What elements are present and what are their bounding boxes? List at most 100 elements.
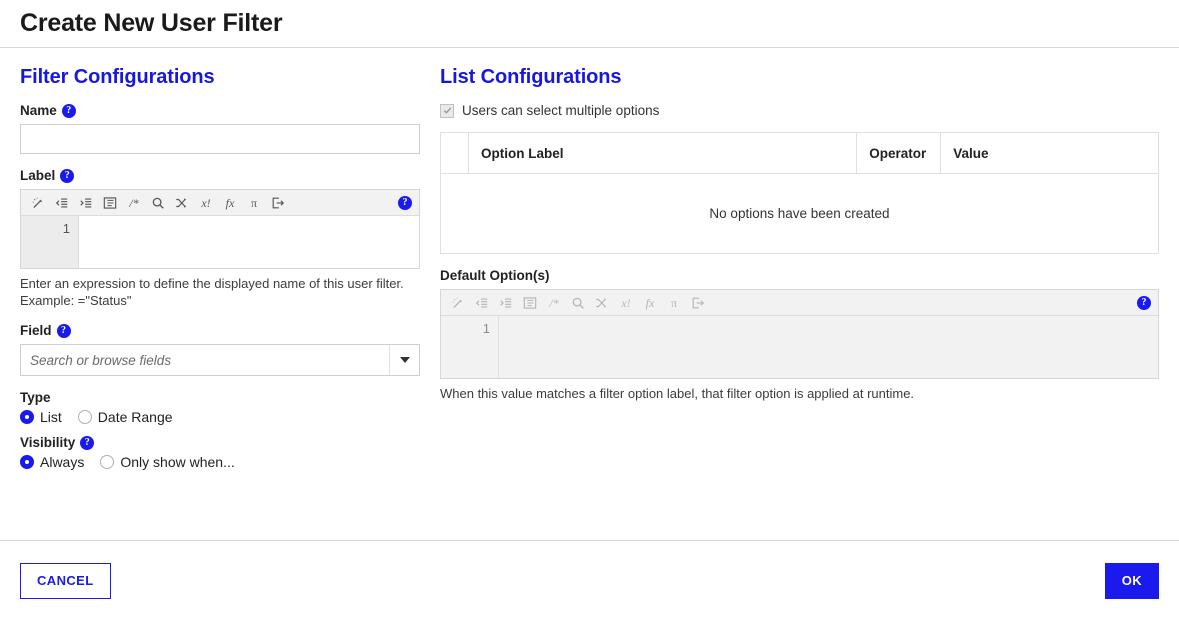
options-table-body: No options have been created	[441, 174, 1159, 254]
checkbox-icon-checked-disabled	[440, 103, 454, 118]
field-search-input[interactable]	[21, 345, 389, 376]
column-header-option-label[interactable]: Option Label	[468, 132, 858, 174]
function-glyph: fx	[225, 195, 235, 210]
comment-glyph: /*	[129, 195, 139, 210]
type-option-date-range-label: Date Range	[97, 409, 173, 426]
options-table-header-row: Option Label Operator Value	[440, 132, 1159, 174]
line-number-gutter: 1	[21, 216, 79, 268]
filter-configurations-panel: Filter Configurations Name ? Label ? /* …	[20, 66, 420, 540]
pi-icon[interactable]: π	[243, 192, 265, 214]
variable-icon[interactable]: x!	[615, 292, 637, 314]
default-options-expression-editor: /* x! fx π ? 1	[440, 289, 1159, 379]
help-circle-icon[interactable]: ?	[80, 435, 95, 450]
list-configurations-panel: List Configurations Users can select mul…	[420, 66, 1159, 540]
dialog-header: Create New User Filter	[0, 0, 1179, 48]
field-dropdown-toggle[interactable]	[389, 345, 419, 376]
column-header-handle	[440, 132, 469, 174]
align-text-icon[interactable]	[99, 192, 121, 214]
outdent-icon[interactable]	[51, 192, 73, 214]
export-icon[interactable]	[687, 292, 709, 314]
visibility-option-conditional-label: Only show when...	[120, 454, 235, 471]
type-radio-group: List Date Range	[20, 409, 420, 425]
default-options-label-text: Default Option(s)	[440, 268, 550, 283]
search-icon[interactable]	[147, 192, 169, 214]
options-table: Option Label Operator Value No options h…	[440, 132, 1159, 254]
variable-icon[interactable]: x!	[195, 192, 217, 214]
align-text-icon[interactable]	[519, 292, 541, 314]
help-circle-icon[interactable]: ?	[60, 168, 75, 183]
cancel-button[interactable]: CANCEL	[20, 562, 111, 599]
radio-icon-selected[interactable]	[20, 410, 34, 425]
filter-configurations-heading: Filter Configurations	[20, 66, 215, 88]
type-option-date-range[interactable]: Date Range	[77, 409, 173, 426]
field-select[interactable]	[20, 344, 420, 377]
function-glyph: fx	[645, 295, 655, 310]
label-label-text: Label	[20, 168, 56, 183]
label-expression-editor: /* x! fx π ? 1	[20, 189, 420, 269]
type-option-list[interactable]: List	[20, 409, 62, 425]
type-option-list-label: List	[40, 409, 62, 426]
dialog-footer: CANCEL OK	[0, 540, 1179, 620]
default-options-hint: When this value matches a filter option …	[440, 386, 915, 401]
search-icon[interactable]	[567, 292, 589, 314]
editor-area: 1	[21, 216, 419, 268]
visibility-option-conditional[interactable]: Only show when...	[100, 454, 235, 471]
label-label: Label ?	[20, 168, 420, 183]
function-icon[interactable]: fx	[219, 192, 241, 214]
chevron-down-icon	[399, 357, 410, 364]
help-circle-icon[interactable]: ?	[56, 323, 71, 338]
default-options-label: Default Option(s)	[440, 268, 1159, 283]
options-table-empty-message: No options have been created	[709, 206, 890, 221]
indent-icon[interactable]	[75, 192, 97, 214]
field-label-text: Field	[20, 323, 52, 339]
comment-glyph: /*	[549, 295, 559, 310]
name-input[interactable]	[20, 124, 420, 154]
default-options-code-input[interactable]	[499, 316, 1158, 378]
column-header-operator[interactable]: Operator	[856, 132, 942, 174]
magic-wand-icon[interactable]	[447, 292, 469, 314]
label-hint: Enter an expression to define the displa…	[20, 276, 404, 308]
radio-icon-unselected[interactable]	[77, 410, 92, 425]
help-circle-icon[interactable]: ?	[61, 103, 76, 118]
visibility-option-always[interactable]: Always	[20, 454, 84, 470]
type-label-text: Type	[20, 390, 51, 406]
radio-icon-selected[interactable]	[20, 455, 34, 470]
comment-icon[interactable]: /*	[543, 292, 565, 314]
pi-icon[interactable]: π	[663, 292, 685, 314]
name-label-text: Name	[20, 103, 57, 118]
comment-icon[interactable]: /*	[123, 192, 145, 214]
label-code-input[interactable]	[79, 216, 419, 268]
variable-glyph: x!	[201, 195, 211, 210]
visibility-radio-group: Always Only show when...	[20, 454, 420, 470]
page-title: Create New User Filter	[20, 9, 283, 37]
variable-glyph: x!	[621, 295, 631, 310]
magic-wand-icon[interactable]	[27, 192, 49, 214]
list-configurations-heading: List Configurations	[440, 66, 622, 88]
visibility-option-always-label: Always	[40, 454, 85, 471]
help-circle-icon[interactable]: ?	[1137, 295, 1151, 310]
editor-area: 1	[441, 316, 1158, 378]
outdent-icon[interactable]	[471, 292, 493, 314]
help-circle-icon[interactable]: ?	[398, 195, 412, 210]
export-icon[interactable]	[267, 192, 289, 214]
column-header-value[interactable]: Value	[940, 132, 1159, 174]
pi-glyph: π	[670, 295, 678, 310]
visibility-label-text: Visibility	[20, 435, 76, 451]
create-user-filter-dialog: Create New User Filter Filter Configurat…	[0, 0, 1179, 620]
indent-icon[interactable]	[495, 292, 517, 314]
multi-select-row[interactable]: Users can select multiple options	[440, 103, 1159, 118]
ok-button[interactable]: OK	[1104, 562, 1159, 599]
multi-select-label: Users can select multiple options	[462, 103, 660, 118]
shuffle-icon[interactable]	[171, 192, 193, 214]
visibility-label: Visibility ?	[20, 435, 420, 450]
options-table-empty-row: No options have been created	[441, 174, 1159, 254]
options-table-head: Option Label Operator Value	[440, 132, 1159, 174]
line-number-gutter: 1	[441, 316, 499, 378]
editor-toolbar: /* x! fx π ?	[21, 190, 419, 216]
editor-toolbar: /* x! fx π ?	[441, 290, 1158, 316]
function-icon[interactable]: fx	[639, 292, 661, 314]
shuffle-icon[interactable]	[591, 292, 613, 314]
check-icon	[443, 107, 451, 114]
name-label: Name ?	[20, 103, 420, 118]
radio-icon-unselected[interactable]	[100, 455, 115, 470]
